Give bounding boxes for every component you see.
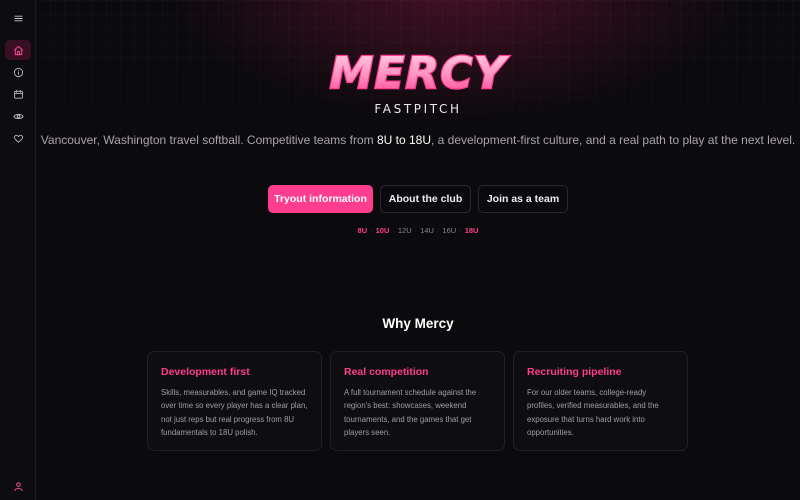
app-root: MERCY FASTPITCH Vancouver, Washington tr… xyxy=(0,0,800,500)
age-separator: · xyxy=(370,226,373,235)
sidebar-item-home[interactable] xyxy=(5,40,31,60)
sidebar xyxy=(0,0,36,500)
age-group-12u[interactable]: 12U xyxy=(398,226,412,235)
menu-button[interactable] xyxy=(5,8,31,28)
feature-card: Development first Skills, measurables, a… xyxy=(147,351,322,451)
sidebar-item-watch[interactable] xyxy=(5,106,31,126)
age-separator: · xyxy=(392,226,395,235)
age-separator: · xyxy=(459,226,462,235)
age-group-18u[interactable]: 18U xyxy=(465,226,479,235)
feature-card-title: Real competition xyxy=(344,366,429,378)
heart-icon xyxy=(13,134,23,143)
age-group-10u[interactable]: 10U xyxy=(376,226,390,235)
calendar-icon xyxy=(13,89,23,99)
feature-card: Recruiting pipeline For our older teams,… xyxy=(513,351,688,451)
sidebar-item-favorites[interactable] xyxy=(5,128,31,148)
age-separator: · xyxy=(414,226,418,235)
brand-logo: MERCY FASTPITCH xyxy=(36,48,800,116)
age-groups: 8U · 10U · 12U · 14U · 16U · 18U xyxy=(36,226,800,235)
home-icon xyxy=(13,45,23,55)
feature-card-body: Skills, measurables, and game IQ tracked… xyxy=(161,388,308,438)
tagline-part-2: , a development-first culture, and a rea… xyxy=(430,133,796,147)
feature-card-body: A full tournament schedule against the r… xyxy=(344,388,477,438)
eye-icon xyxy=(12,113,24,119)
user-icon xyxy=(13,481,23,491)
why-mercy-heading: Why Mercy xyxy=(382,316,454,331)
about-club-button[interactable]: About the club xyxy=(380,185,471,213)
sidebar-item-about[interactable] xyxy=(5,62,31,82)
age-group-8u[interactable]: 8U xyxy=(358,226,368,235)
hero-background-grid xyxy=(36,0,800,260)
tagline-age-range: 8U to 18U xyxy=(376,133,431,147)
account-button[interactable] xyxy=(5,476,31,496)
age-separator: · xyxy=(436,226,440,235)
cta-buttons: Tryout information About the club Join a… xyxy=(268,185,568,213)
feature-cards: Development first Skills, measurables, a… xyxy=(147,351,688,451)
tagline-part-1: Vancouver, Washington travel softball. C… xyxy=(40,133,377,147)
feature-card-title: Development first xyxy=(161,366,250,378)
feature-card-title: Recruiting pipeline xyxy=(527,366,622,378)
age-group-14u[interactable]: 14U xyxy=(420,226,434,235)
feature-card-body: For our older teams, college-ready profi… xyxy=(527,388,659,438)
sidebar-item-schedule[interactable] xyxy=(5,84,31,104)
logo-subtitle: FASTPITCH xyxy=(374,102,462,116)
join-team-button[interactable]: Join as a team xyxy=(478,185,568,213)
mercy-wordmark: MERCY xyxy=(328,48,510,96)
info-icon xyxy=(13,67,23,77)
hero-tagline: Vancouver, Washington travel softball. C… xyxy=(36,131,800,150)
logo-text: MERCY xyxy=(330,48,510,96)
main-content: MERCY FASTPITCH Vancouver, Washington tr… xyxy=(36,0,800,500)
feature-card: Real competition A full tournament sched… xyxy=(330,351,505,451)
menu-icon xyxy=(13,15,23,21)
tryout-info-button[interactable]: Tryout information xyxy=(268,185,373,213)
age-group-16u[interactable]: 16U xyxy=(442,226,456,235)
